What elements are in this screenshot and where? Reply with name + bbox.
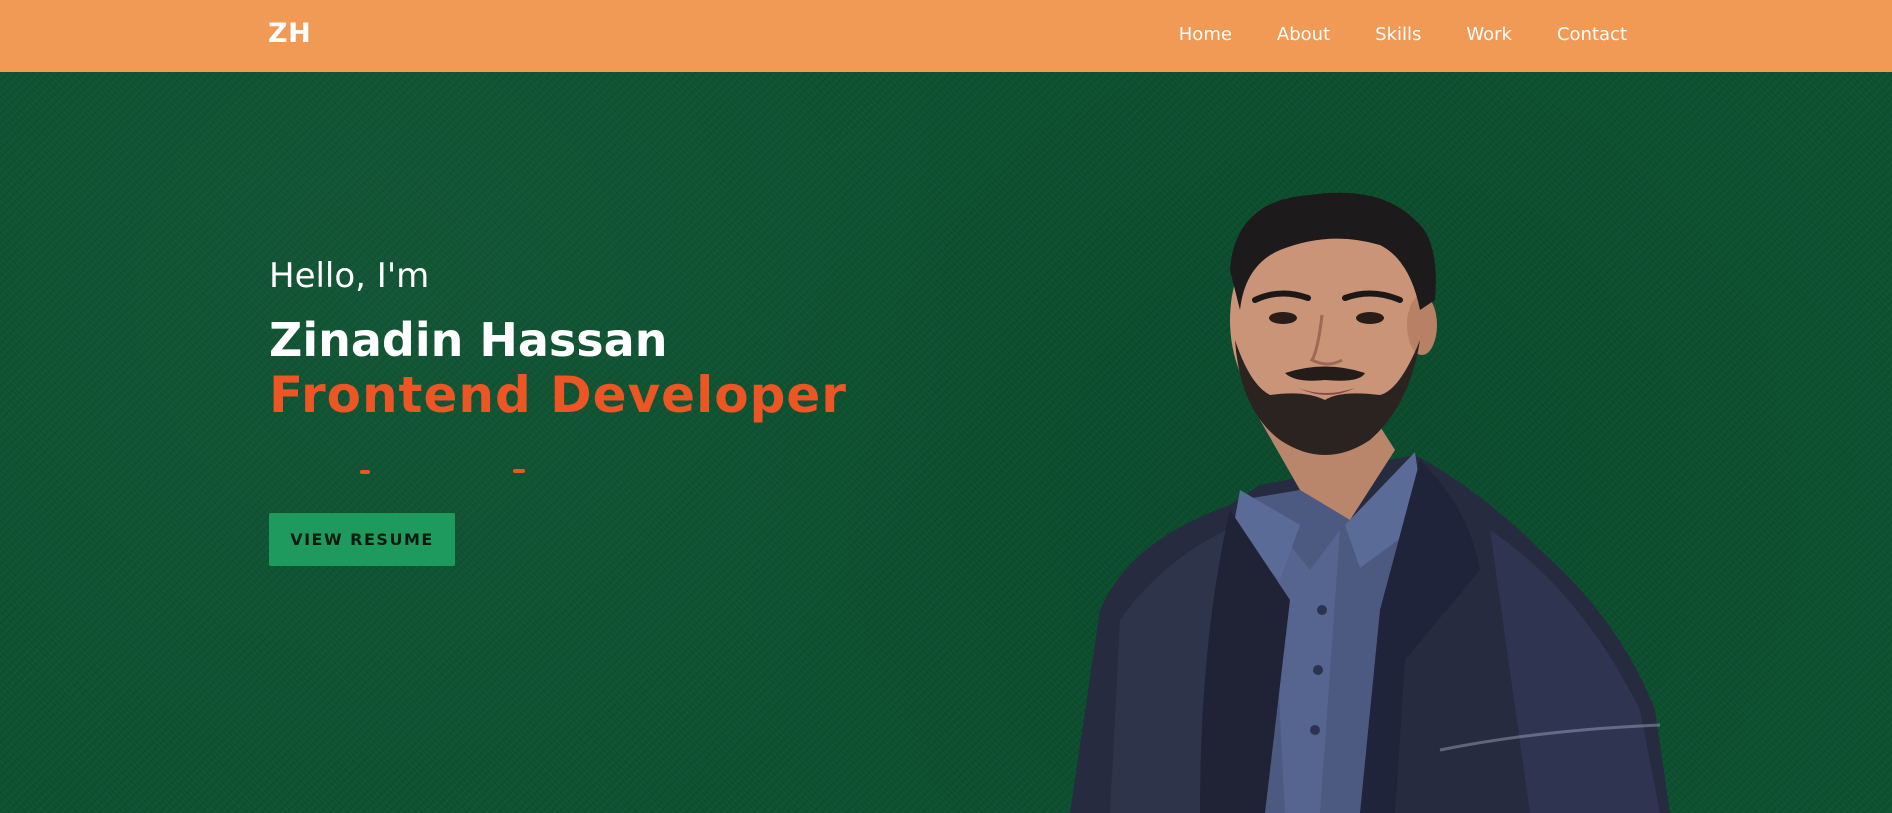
site-logo[interactable]: ZH bbox=[268, 18, 311, 49]
hero-name: Zinadin Hassan bbox=[269, 313, 668, 367]
nav-link-work[interactable]: Work bbox=[1466, 24, 1512, 45]
nav-links: Home About Skills Work Contact bbox=[1179, 24, 1627, 45]
hero-greeting: Hello, I'm bbox=[269, 256, 430, 296]
person-portrait-image bbox=[1070, 192, 1670, 813]
nav-link-about[interactable]: About bbox=[1277, 24, 1330, 45]
nav-link-home[interactable]: Home bbox=[1179, 24, 1232, 45]
page: ZH Home About Skills Work Contact Hello,… bbox=[0, 0, 1892, 813]
hero-role: Frontend Developer bbox=[269, 366, 847, 424]
nav-link-skills[interactable]: Skills bbox=[1375, 24, 1421, 45]
view-resume-button[interactable]: VIEW RESUME bbox=[269, 513, 455, 566]
typing-animation-remnant bbox=[360, 469, 530, 476]
nav-link-contact[interactable]: Contact bbox=[1557, 24, 1627, 45]
navbar: ZH Home About Skills Work Contact bbox=[0, 0, 1892, 72]
